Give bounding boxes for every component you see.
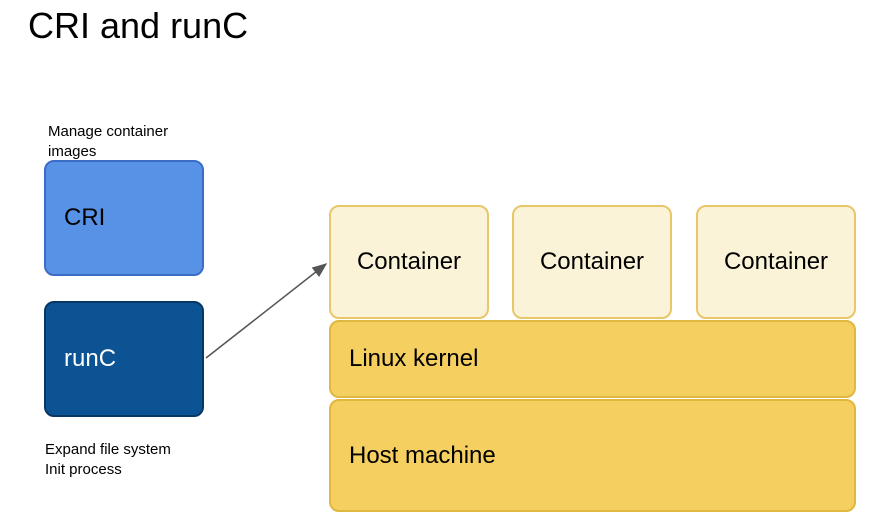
runc-caption: Expand file system Init process [45,440,171,479]
container-box-1: Container [329,205,489,319]
cri-label: CRI [64,204,105,232]
host-machine-box: Host machine [329,399,856,512]
linux-kernel-label: Linux kernel [349,345,478,373]
linux-kernel-box: Linux kernel [329,320,856,398]
runc-box: runC [44,301,204,417]
container-box-3: Container [696,205,856,319]
cri-caption: Manage container images [48,122,168,161]
container-label: Container [357,248,461,276]
host-machine-label: Host machine [349,442,496,470]
cri-box: CRI [44,160,204,276]
arrow-icon [204,258,334,360]
runc-label: runC [64,345,116,373]
container-label: Container [724,248,828,276]
page-title: CRI and runC [28,5,248,47]
container-box-2: Container [512,205,672,319]
container-label: Container [540,248,644,276]
